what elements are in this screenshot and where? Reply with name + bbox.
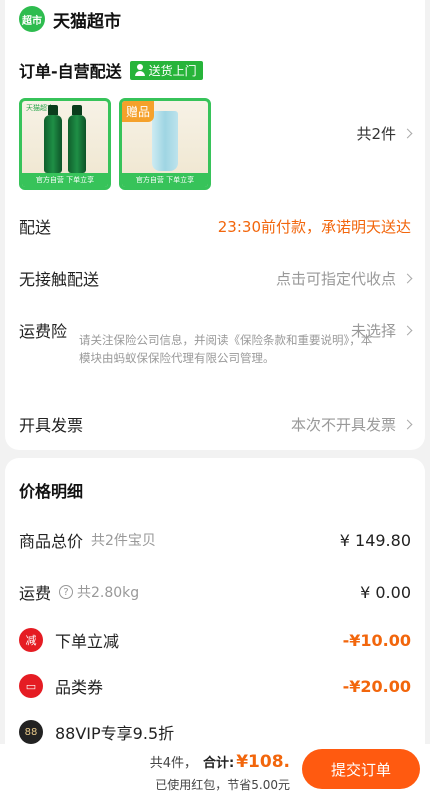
delivery-tag: 送货上门 (129, 60, 203, 80)
shipping-label-wrap: 运费 ? 共2.80kg (19, 580, 139, 604)
shipping-amount: ¥ 0.00 (360, 582, 411, 602)
coupon-label: 品类券 (55, 678, 104, 697)
chevron-right-icon (402, 325, 413, 335)
checkout-bar: 共4件， 合计: ¥108. 已使用红包，节省5.00元 提交订单 (0, 744, 430, 798)
goods-total-row: 商品总价 共2件宝贝 ¥ 149.80 (19, 528, 411, 552)
chevron-right-icon (402, 273, 413, 283)
person-icon (134, 64, 146, 76)
discount-icon: 减 (19, 628, 43, 652)
contactless-value: 点击可指定代收点 (275, 269, 396, 288)
goods-label: 商品总价 (19, 532, 84, 551)
insurance-note: 请关注保险公司信息，并阅读《保险条款和重要说明》，本模块由蚂蚁保保险代理有限公司… (79, 333, 373, 365)
contactless-value-wrap: 点击可指定代收点 (275, 268, 413, 289)
thumb-strip: 官方自营 下单立享 (22, 173, 108, 187)
coupon-row[interactable]: ▭ 品类券 -¥20.00 (19, 674, 411, 698)
instant-amount: -¥10.00 (342, 630, 411, 650)
vip-label-wrap: 88 88VIP专享9.5折 (19, 720, 174, 744)
contactless-row[interactable]: 无接触配送 点击可指定代收点 (19, 266, 413, 290)
order-card: 超市 天猫超市 订单-自营配送 送货上门 天猫超市 官方自营 下单立享 赠品 官… (5, 0, 425, 450)
shampoo-bottle-image (44, 105, 62, 173)
order-title: 订单-自营配送 (19, 62, 122, 81)
goods-sub: 共2件宝贝 (91, 533, 156, 549)
goods-label-wrap: 商品总价 共2件宝贝 (19, 528, 156, 552)
gift-thumbnail[interactable]: 赠品 官方自营 下单立享 (119, 98, 211, 190)
shampoo-bottle-image (68, 105, 86, 173)
delivery-value: 23:30前付款，承诺明天送达 (217, 217, 411, 236)
order-header: 订单-自营配送 送货上门 (19, 58, 203, 82)
item-count-link[interactable]: 共2件 (356, 123, 413, 144)
shipping-label: 运费 (19, 584, 52, 603)
coupon-amount: -¥20.00 (342, 676, 411, 696)
total-value: ¥108. (236, 752, 290, 772)
insurance-label: 运费险 (19, 322, 68, 341)
delivery-label: 配送 (19, 218, 52, 237)
total-summary: 共4件， 合计: ¥108. (150, 752, 290, 772)
conditioner-tube-image (152, 111, 178, 171)
vip-label: 88VIP专享9.5折 (55, 724, 175, 743)
instant-label: 下单立减 (55, 632, 120, 651)
help-icon[interactable]: ? (59, 585, 74, 599)
delivery-tag-label: 送货上门 (148, 63, 197, 78)
coupon-label-wrap: ▭ 品类券 (19, 674, 103, 698)
shipping-sub: 共2.80kg (77, 585, 140, 601)
total-label: 合计: (203, 756, 235, 771)
goods-amount: ¥ 149.80 (339, 530, 411, 550)
price-title: 价格明细 (19, 482, 84, 501)
price-card: 价格明细 商品总价 共2件宝贝 ¥ 149.80 运费 ? 共2.80kg ¥ … (5, 458, 425, 758)
delivery-row[interactable]: 配送 23:30前付款，承诺明天送达 (19, 214, 411, 238)
item-count: 共2件 (356, 125, 396, 143)
gift-badge: 赠品 (122, 101, 155, 122)
invoice-row[interactable]: 开具发票 本次不开具发票 (19, 412, 413, 436)
invoice-value-wrap: 本次不开具发票 (290, 414, 413, 435)
saved-note: 已使用红包，节省5.00元 (155, 778, 290, 792)
thumb-strip: 官方自营 下单立享 (122, 173, 208, 187)
shop-header[interactable]: 超市 天猫超市 (19, 6, 121, 32)
chevron-right-icon (402, 128, 413, 139)
invoice-value: 本次不开具发票 (290, 415, 396, 434)
contactless-label: 无接触配送 (19, 270, 100, 289)
total-count: 共4件， (149, 756, 198, 771)
shop-logo-icon: 超市 (19, 6, 45, 32)
invoice-label: 开具发票 (19, 416, 84, 435)
instant-label-wrap: 减 下单立减 (19, 628, 119, 652)
submit-order-button[interactable]: 提交订单 (302, 749, 420, 789)
vip-discount-row: 88 88VIP专享9.5折 (19, 720, 411, 744)
vip-88-icon: 88 (19, 720, 43, 744)
coupon-icon: ▭ (19, 674, 43, 698)
shop-name: 天猫超市 (53, 11, 121, 32)
shipping-row: 运费 ? 共2.80kg ¥ 0.00 (19, 580, 411, 604)
product-thumbnail[interactable]: 天猫超市 官方自营 下单立享 (19, 98, 111, 190)
instant-discount-row: 减 下单立减 -¥10.00 (19, 628, 411, 652)
chevron-right-icon (402, 419, 413, 429)
